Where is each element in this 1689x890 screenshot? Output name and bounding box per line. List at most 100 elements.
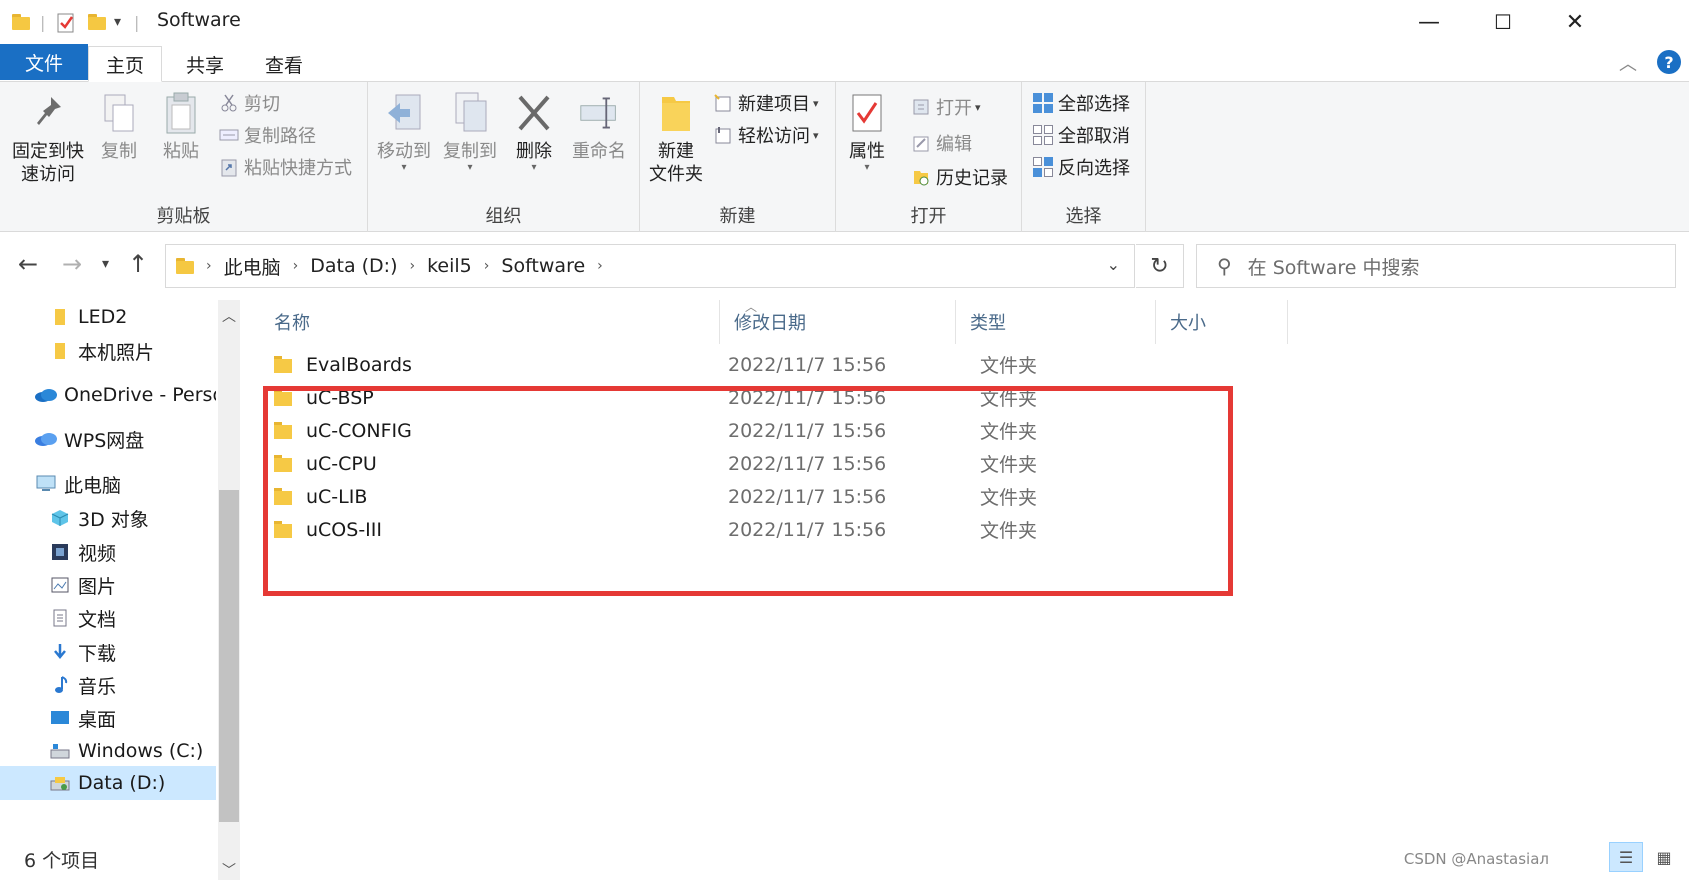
move-to-button[interactable]: 移动到 ▾ bbox=[372, 90, 436, 173]
address-bar[interactable]: › 此电脑 › Data (D:) › keil5 › Software › ⌄ bbox=[165, 244, 1135, 288]
tab-file[interactable]: 文件 bbox=[0, 44, 88, 80]
table-row[interactable]: uC-CPU 2022/11/7 15:56 文件夹 bbox=[260, 447, 1680, 480]
tab-home[interactable]: 主页 bbox=[88, 46, 162, 82]
window-title: Software bbox=[157, 9, 241, 31]
nav-item-data-d[interactable]: Data (D:) bbox=[0, 766, 216, 800]
copy-button[interactable]: 复制 bbox=[94, 90, 144, 163]
file-name-cell: uC-BSP bbox=[274, 381, 374, 414]
breadcrumb-data-drive[interactable]: Data (D:) bbox=[310, 255, 397, 277]
new-folder-quick-icon[interactable] bbox=[88, 10, 106, 34]
organize-group-label: 组织 bbox=[485, 206, 522, 227]
customize-quick-access-icon[interactable]: ▾ bbox=[114, 10, 121, 34]
help-icon[interactable]: ? bbox=[1657, 50, 1681, 74]
chevron-right-icon[interactable]: › bbox=[206, 258, 212, 274]
open-button[interactable]: 打开 ▾ bbox=[910, 92, 981, 122]
copy-path-button[interactable]: 复制路径 bbox=[218, 120, 316, 150]
select-none-icon bbox=[1032, 124, 1054, 146]
delete-button[interactable]: 删除 ▾ bbox=[508, 90, 560, 173]
file-name-cell: uC-LIB bbox=[274, 480, 367, 513]
nav-item-pictures[interactable]: 图片 bbox=[0, 568, 216, 602]
breadcrumb-software[interactable]: Software bbox=[501, 255, 585, 277]
folder-icon bbox=[274, 356, 292, 373]
maximize-button[interactable]: ☐ bbox=[1468, 0, 1538, 44]
easy-access-button[interactable]: 轻松访问 ▾ bbox=[712, 120, 819, 150]
close-button[interactable]: ✕ bbox=[1540, 0, 1610, 44]
nav-item-music[interactable]: 音乐 bbox=[0, 668, 216, 702]
nav-item-3d-objects[interactable]: 3D 对象 bbox=[0, 501, 216, 535]
nav-item-wps-drive[interactable]: WPS网盘 bbox=[0, 422, 216, 456]
paste-shortcut-button[interactable]: 粘贴快捷方式 bbox=[218, 152, 352, 182]
pin-label: 固定到快 速访问 bbox=[12, 141, 84, 185]
paste-button[interactable]: 粘贴 bbox=[156, 90, 206, 163]
table-row[interactable]: uC-LIB 2022/11/7 15:56 文件夹 bbox=[260, 480, 1680, 513]
file-date: 2022/11/7 15:56 bbox=[728, 353, 887, 376]
column-header-type[interactable]: 类型 bbox=[956, 300, 1156, 344]
nav-item-label: 桌面 bbox=[78, 708, 117, 731]
nav-item-windows-c[interactable]: Windows (C:) bbox=[0, 734, 216, 768]
tab-view[interactable]: 查看 bbox=[244, 46, 324, 82]
chevron-right-icon[interactable]: › bbox=[410, 258, 416, 274]
tab-share[interactable]: 共享 bbox=[170, 46, 240, 82]
large-icons-view-icon[interactable]: ▦ bbox=[1647, 842, 1681, 872]
chevron-right-icon[interactable]: › bbox=[293, 258, 299, 274]
column-header-size[interactable]: 大小 bbox=[1156, 300, 1288, 344]
details-view-icon[interactable]: ☰ bbox=[1609, 842, 1643, 872]
breadcrumb-this-pc[interactable]: 此电脑 bbox=[224, 253, 281, 280]
file-type: 文件夹 bbox=[980, 421, 1038, 443]
recent-locations-chevron-icon[interactable]: ▾ bbox=[102, 256, 109, 272]
scrollbar-thumb[interactable] bbox=[219, 490, 239, 822]
nav-item-local-photos[interactable]: 本机照片 bbox=[0, 334, 216, 368]
up-arrow-icon[interactable]: ↑ bbox=[128, 250, 148, 278]
nav-item-onedrive[interactable]: OneDrive - Perso bbox=[0, 378, 216, 412]
table-row[interactable]: uCOS-III 2022/11/7 15:56 文件夹 bbox=[260, 513, 1680, 546]
address-dropdown-icon[interactable]: ⌄ bbox=[1107, 255, 1120, 274]
watermark: CSDN @Anastasiaл bbox=[1403, 850, 1549, 868]
table-row[interactable]: uC-BSP 2022/11/7 15:56 文件夹 bbox=[260, 381, 1680, 414]
new-folder-button[interactable]: 新建 文件夹 bbox=[646, 90, 706, 186]
new-item-button[interactable]: 新建项目 ▾ bbox=[712, 88, 819, 118]
properties-quick-icon[interactable] bbox=[56, 10, 76, 34]
nav-item-videos[interactable]: 视频 bbox=[0, 535, 216, 569]
invert-selection-button[interactable]: 反向选择 bbox=[1032, 152, 1130, 182]
pin-to-quick-access-button[interactable]: 固定到快 速访问 bbox=[10, 90, 86, 186]
invert-selection-label: 反向选择 bbox=[1058, 158, 1130, 179]
select-none-button[interactable]: 全部取消 bbox=[1032, 120, 1130, 150]
edit-button[interactable]: 编辑 bbox=[910, 128, 972, 158]
navigation-pane-scrollbar[interactable]: ︿ ﹀ bbox=[218, 300, 240, 880]
cut-button[interactable]: 剪切 bbox=[218, 88, 280, 118]
search-box[interactable]: ⚲ 在 Software 中搜索 bbox=[1196, 244, 1676, 288]
rename-button[interactable]: 重命名 bbox=[564, 90, 634, 163]
pin-icon bbox=[28, 90, 68, 136]
copy-to-button[interactable]: 复制到 ▾ bbox=[438, 90, 502, 173]
chevron-right-icon[interactable]: › bbox=[597, 258, 603, 274]
drive-icon bbox=[48, 740, 72, 762]
desktop-icon bbox=[48, 707, 72, 729]
column-header-date[interactable]: 修改日期 bbox=[720, 300, 956, 344]
nav-item-documents[interactable]: 文档 bbox=[0, 601, 216, 635]
refresh-icon[interactable]: ↻ bbox=[1136, 244, 1184, 288]
properties-button[interactable]: 属性 ▾ bbox=[842, 90, 892, 173]
back-arrow-icon[interactable]: ← bbox=[18, 250, 38, 278]
computer-icon bbox=[34, 473, 58, 495]
history-button[interactable]: 历史记录 bbox=[910, 162, 1008, 192]
nav-item-desktop[interactable]: 桌面 bbox=[0, 701, 216, 735]
cube-icon bbox=[48, 507, 72, 529]
scroll-up-icon[interactable]: ︿ bbox=[222, 306, 236, 326]
minimize-button[interactable]: — bbox=[1394, 0, 1464, 44]
chevron-right-icon[interactable]: › bbox=[484, 258, 490, 274]
nav-item-this-pc[interactable]: 此电脑 bbox=[0, 467, 216, 501]
column-header-name[interactable]: 名称 bbox=[260, 300, 720, 344]
easy-access-icon bbox=[712, 124, 734, 146]
search-placeholder[interactable]: 在 Software 中搜索 bbox=[1248, 253, 1420, 280]
forward-arrow-icon[interactable]: → bbox=[62, 250, 82, 278]
table-row[interactable]: uC-CONFIG 2022/11/7 15:56 文件夹 bbox=[260, 414, 1680, 447]
table-row[interactable]: EvalBoards 2022/11/7 15:56 文件夹 bbox=[260, 348, 1680, 381]
nav-item-led2[interactable]: LED2 bbox=[0, 300, 216, 334]
collapse-ribbon-icon[interactable]: ︿ bbox=[1619, 50, 1637, 76]
file-type: 文件夹 bbox=[980, 454, 1038, 476]
select-all-button[interactable]: 全部选择 bbox=[1032, 88, 1130, 118]
scroll-down-icon[interactable]: ﹀ bbox=[222, 860, 236, 880]
breadcrumb-keil5[interactable]: keil5 bbox=[427, 255, 472, 277]
copy-icon bbox=[99, 90, 139, 136]
nav-item-downloads[interactable]: 下载 bbox=[0, 635, 216, 669]
